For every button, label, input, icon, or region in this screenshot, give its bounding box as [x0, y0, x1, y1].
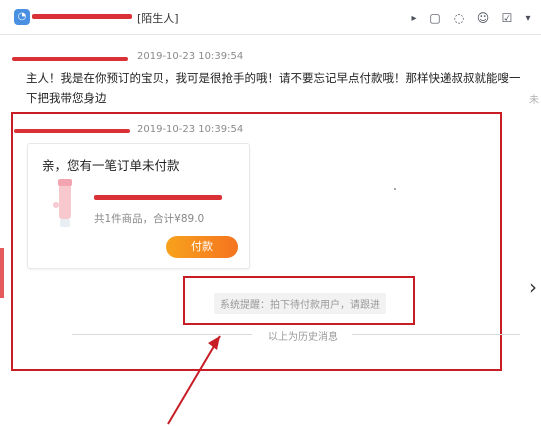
order-card[interactable]: 亲，您有一笔订单未付款 共1件商品，合计¥89.0 付款 — [27, 143, 250, 269]
system-tip: 系统提醒：拍下待付款用户，请跟进 — [214, 293, 386, 314]
order-card-title: 亲，您有一笔订单未付款 — [42, 158, 180, 173]
app-logo-icon: ◔ — [14, 9, 30, 25]
message-time-2: 2019-10-23 10:39:54 — [137, 124, 244, 135]
side-mark: 未 — [529, 95, 539, 106]
divider-line-right — [352, 334, 520, 335]
pay-button[interactable]: 付款 — [166, 236, 238, 258]
message-time-1: 2019-10-23 10:39:54 — [137, 51, 244, 62]
file-icon[interactable]: ▢ — [427, 11, 443, 25]
history-divider: 以上为历史消息 — [72, 328, 520, 343]
left-edge-accent — [0, 248, 4, 298]
chat-header: ◔ [陌生人] ▸ ▢ ◌ ☺ ☑ ▾ — [0, 0, 541, 35]
redacted-sender-2 — [14, 129, 130, 133]
contact-title: [陌生人] — [137, 12, 179, 25]
redacted-product-name — [94, 195, 222, 200]
redacted-sender-1 — [12, 57, 128, 61]
next-chevron-icon[interactable]: › — [529, 275, 537, 299]
user-icon[interactable]: ☺ — [475, 11, 491, 25]
play-icon[interactable]: ▸ — [409, 13, 419, 24]
order-summary: 共1件商品，合计¥89.0 — [94, 213, 205, 225]
message-text-1: 主人！我是在你预订的宝贝，我可是很抢手的哦！请不要忘记早点付款哦！那样快递叔叔就… — [26, 71, 521, 105]
chat-icon[interactable]: ◌ — [451, 11, 467, 25]
check-icon[interactable]: ☑ — [499, 11, 515, 25]
redacted-name — [32, 14, 132, 19]
product-image[interactable] — [46, 177, 82, 229]
history-label: 以上为历史消息 — [262, 328, 344, 343]
toolbar: ▸ ▢ ◌ ☺ ☑ ▾ — [409, 10, 533, 26]
annotation-arrow — [167, 335, 221, 425]
stray-dot — [394, 188, 396, 190]
dropdown-icon[interactable]: ▾ — [523, 13, 533, 24]
